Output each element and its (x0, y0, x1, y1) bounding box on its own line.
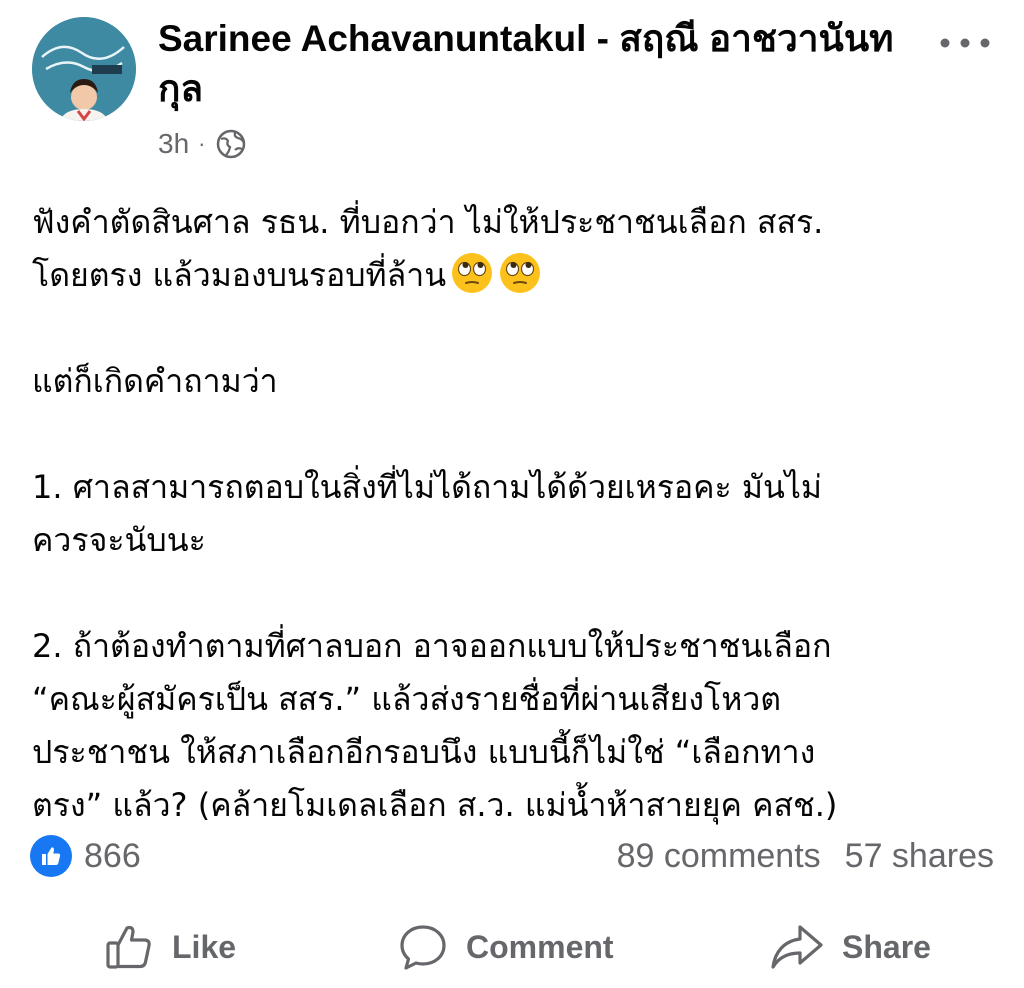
engagement-counts: 89 comments 57 shares (617, 833, 994, 879)
author-name[interactable]: Sarinee Achavanuntakul - สฤณี อาชวานันทก… (158, 14, 918, 114)
thumbs-up-icon (106, 925, 151, 969)
paragraph-spacer (32, 567, 1012, 620)
reactions-summary[interactable]: 866 (30, 833, 141, 879)
author-avatar[interactable] (32, 17, 136, 121)
face-with-rolling-eyes-emoji (500, 253, 541, 293)
reaction-count: 866 (84, 836, 141, 875)
facebook-post: Sarinee Achavanuntakul - สฤณี อาชวานันทก… (0, 0, 1024, 988)
paragraph-1: ฟังคำตัดสินศาล รธน. ที่บอกว่า ไม่ให้ประช… (32, 196, 1012, 302)
globe-icon[interactable] (215, 128, 247, 160)
comment-button-label: Comment (466, 928, 614, 965)
paragraph-2: แต่ก็เกิดคำถามว่า (32, 362, 278, 400)
like-reaction-icon (30, 835, 72, 877)
more-options-icon[interactable] (935, 26, 995, 60)
post-stats: 866 89 comments 57 shares (30, 833, 994, 879)
paragraph-1-text: ฟังคำตัดสินศาล รธน. ที่บอกว่า ไม่ให้ประช… (32, 203, 824, 294)
comment-bubble-icon (400, 925, 446, 970)
like-button-label: Like (172, 928, 237, 965)
shares-count[interactable]: 57 shares (845, 837, 994, 876)
paragraph-3: 1. ศาลสามารถตอบในสิ่งที่ไม่ได้ถามได้ด้วย… (32, 468, 823, 559)
share-arrow-icon (771, 925, 823, 969)
paragraph-spacer (32, 302, 1012, 355)
paragraph-spacer (32, 408, 1012, 461)
post-content: ฟังคำตัดสินศาล รธน. ที่บอกว่า ไม่ให้ประช… (32, 196, 1012, 832)
comment-button[interactable]: Comment (398, 915, 614, 979)
face-with-rolling-eyes-emoji (452, 253, 493, 293)
share-button-label: Share (842, 928, 931, 965)
paragraph-4: 2. ถ้าต้องทำตามที่ศาลบอก อาจออกแบบให้ประ… (32, 627, 838, 824)
post-time[interactable]: 3h (158, 128, 189, 160)
post-meta: 3h · (158, 124, 247, 164)
meta-separator: · (198, 131, 206, 156)
avatar-image (32, 17, 136, 121)
like-button[interactable]: Like (104, 915, 236, 979)
share-button[interactable]: Share (770, 915, 931, 979)
post-action-bar: Like Comment Share (0, 915, 1024, 979)
comments-count[interactable]: 89 comments (617, 837, 821, 876)
